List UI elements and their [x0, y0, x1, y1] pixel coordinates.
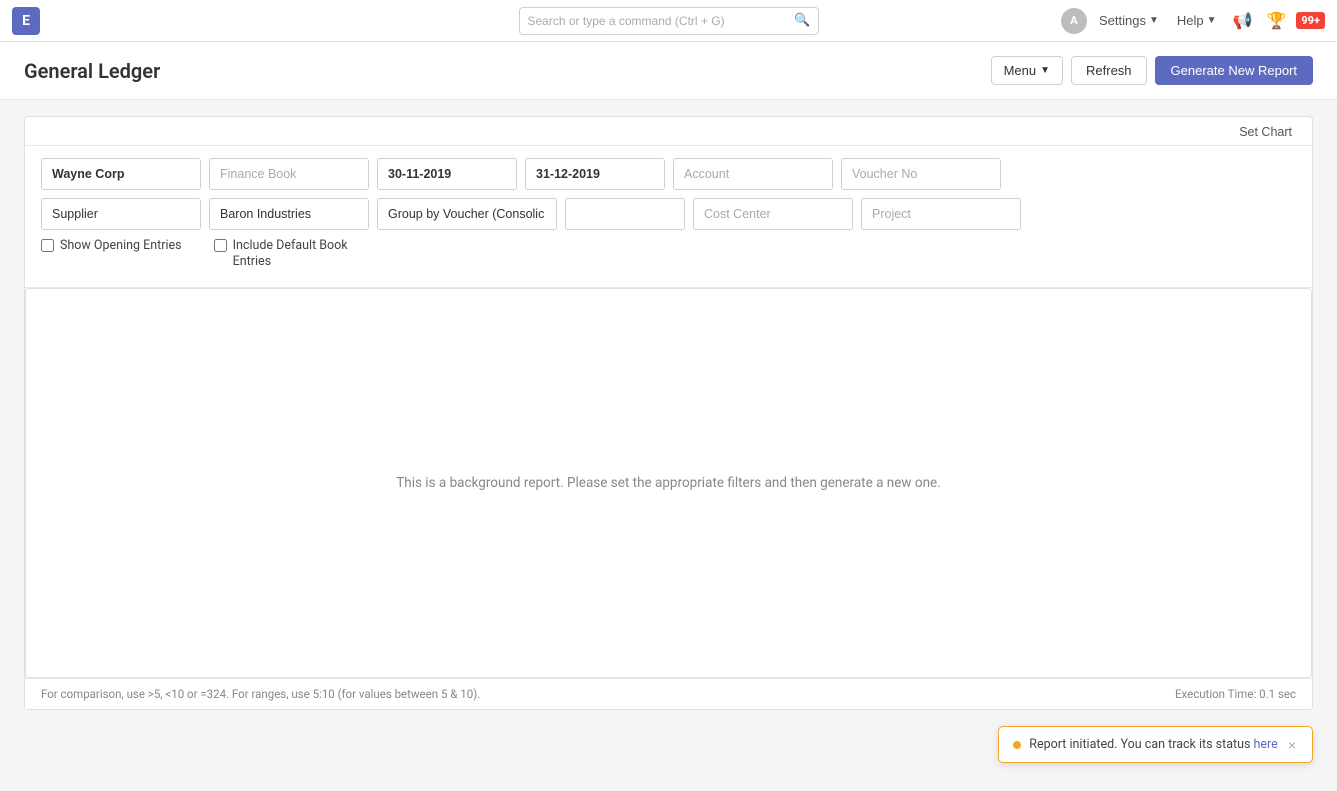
footer-hint: For comparison, use >5, <10 or =324. For…	[41, 687, 480, 701]
set-chart-row: Set Chart	[25, 117, 1312, 146]
navbar: E 🔍 A Settings ▼ Help ▼ 📢 🏆 99+	[0, 0, 1337, 42]
page-header: General Ledger Menu ▼ Refresh Generate N…	[0, 42, 1337, 100]
include-default-book-checkbox[interactable]	[214, 239, 227, 252]
toast-link[interactable]: here	[1254, 737, 1278, 752]
help-chevron-icon: ▼	[1207, 15, 1217, 26]
announcements-icon[interactable]: 📢	[1229, 7, 1257, 35]
toast-close-button[interactable]: ×	[1286, 738, 1298, 752]
footer-execution-time: Execution Time: 0.1 sec	[1175, 687, 1296, 701]
menu-button[interactable]: Menu ▼	[991, 56, 1063, 85]
report-wrapper: Set Chart	[24, 116, 1313, 710]
help-button[interactable]: Help ▼	[1171, 9, 1223, 32]
show-opening-entries-label[interactable]: Show Opening Entries	[41, 238, 182, 253]
settings-button[interactable]: Settings ▼	[1093, 9, 1165, 32]
filter-check-row: Show Opening Entries Include Default Boo…	[41, 238, 1296, 271]
filter-row-1	[41, 158, 1296, 190]
finance-book-input[interactable]	[209, 158, 369, 190]
toast-container: Report initiated. You can track its stat…	[998, 726, 1313, 763]
company-input[interactable]	[41, 158, 201, 190]
to-date-input[interactable]	[525, 158, 665, 190]
report-footer: For comparison, use >5, <10 or =324. For…	[25, 678, 1312, 709]
filter-card: Show Opening Entries Include Default Boo…	[25, 146, 1312, 288]
report-placeholder-text: This is a background report. Please set …	[396, 475, 941, 491]
toast-message: Report initiated. You can track its stat…	[1029, 737, 1278, 752]
settings-chevron-icon: ▼	[1149, 15, 1159, 26]
party-name-input[interactable]	[209, 198, 369, 230]
set-chart-button[interactable]: Set Chart	[1235, 123, 1296, 141]
achievements-icon[interactable]: 🏆	[1262, 7, 1290, 35]
toast-notification: Report initiated. You can track its stat…	[998, 726, 1313, 763]
refresh-button[interactable]: Refresh	[1071, 56, 1147, 85]
avatar: A	[1061, 8, 1087, 34]
project-input[interactable]	[861, 198, 1021, 230]
include-default-book-label[interactable]: Include Default Book Entries	[214, 238, 348, 271]
main-content: Set Chart	[0, 100, 1337, 726]
page-actions: Menu ▼ Refresh Generate New Report	[991, 56, 1313, 85]
account-input[interactable]	[673, 158, 833, 190]
report-area: This is a background report. Please set …	[25, 288, 1312, 678]
group-by-input[interactable]	[377, 198, 557, 230]
notification-badge[interactable]: 99+	[1296, 12, 1325, 29]
toast-status-dot	[1013, 741, 1021, 749]
filter-row-2	[41, 198, 1296, 230]
search-icon: 🔍	[794, 13, 810, 28]
page-title: General Ledger	[24, 59, 160, 83]
empty-filter-input[interactable]	[565, 198, 685, 230]
app-logo: E	[12, 7, 40, 35]
generate-report-button[interactable]: Generate New Report	[1155, 56, 1313, 85]
show-opening-entries-checkbox[interactable]	[41, 239, 54, 252]
from-date-input[interactable]	[377, 158, 517, 190]
voucher-no-input[interactable]	[841, 158, 1001, 190]
navbar-right: A Settings ▼ Help ▼ 📢 🏆 99+	[1061, 7, 1325, 35]
search-bar: 🔍	[519, 7, 819, 35]
party-type-input[interactable]	[41, 198, 201, 230]
cost-center-input[interactable]	[693, 198, 853, 230]
menu-chevron-icon: ▼	[1040, 65, 1050, 76]
search-input[interactable]	[519, 7, 819, 35]
